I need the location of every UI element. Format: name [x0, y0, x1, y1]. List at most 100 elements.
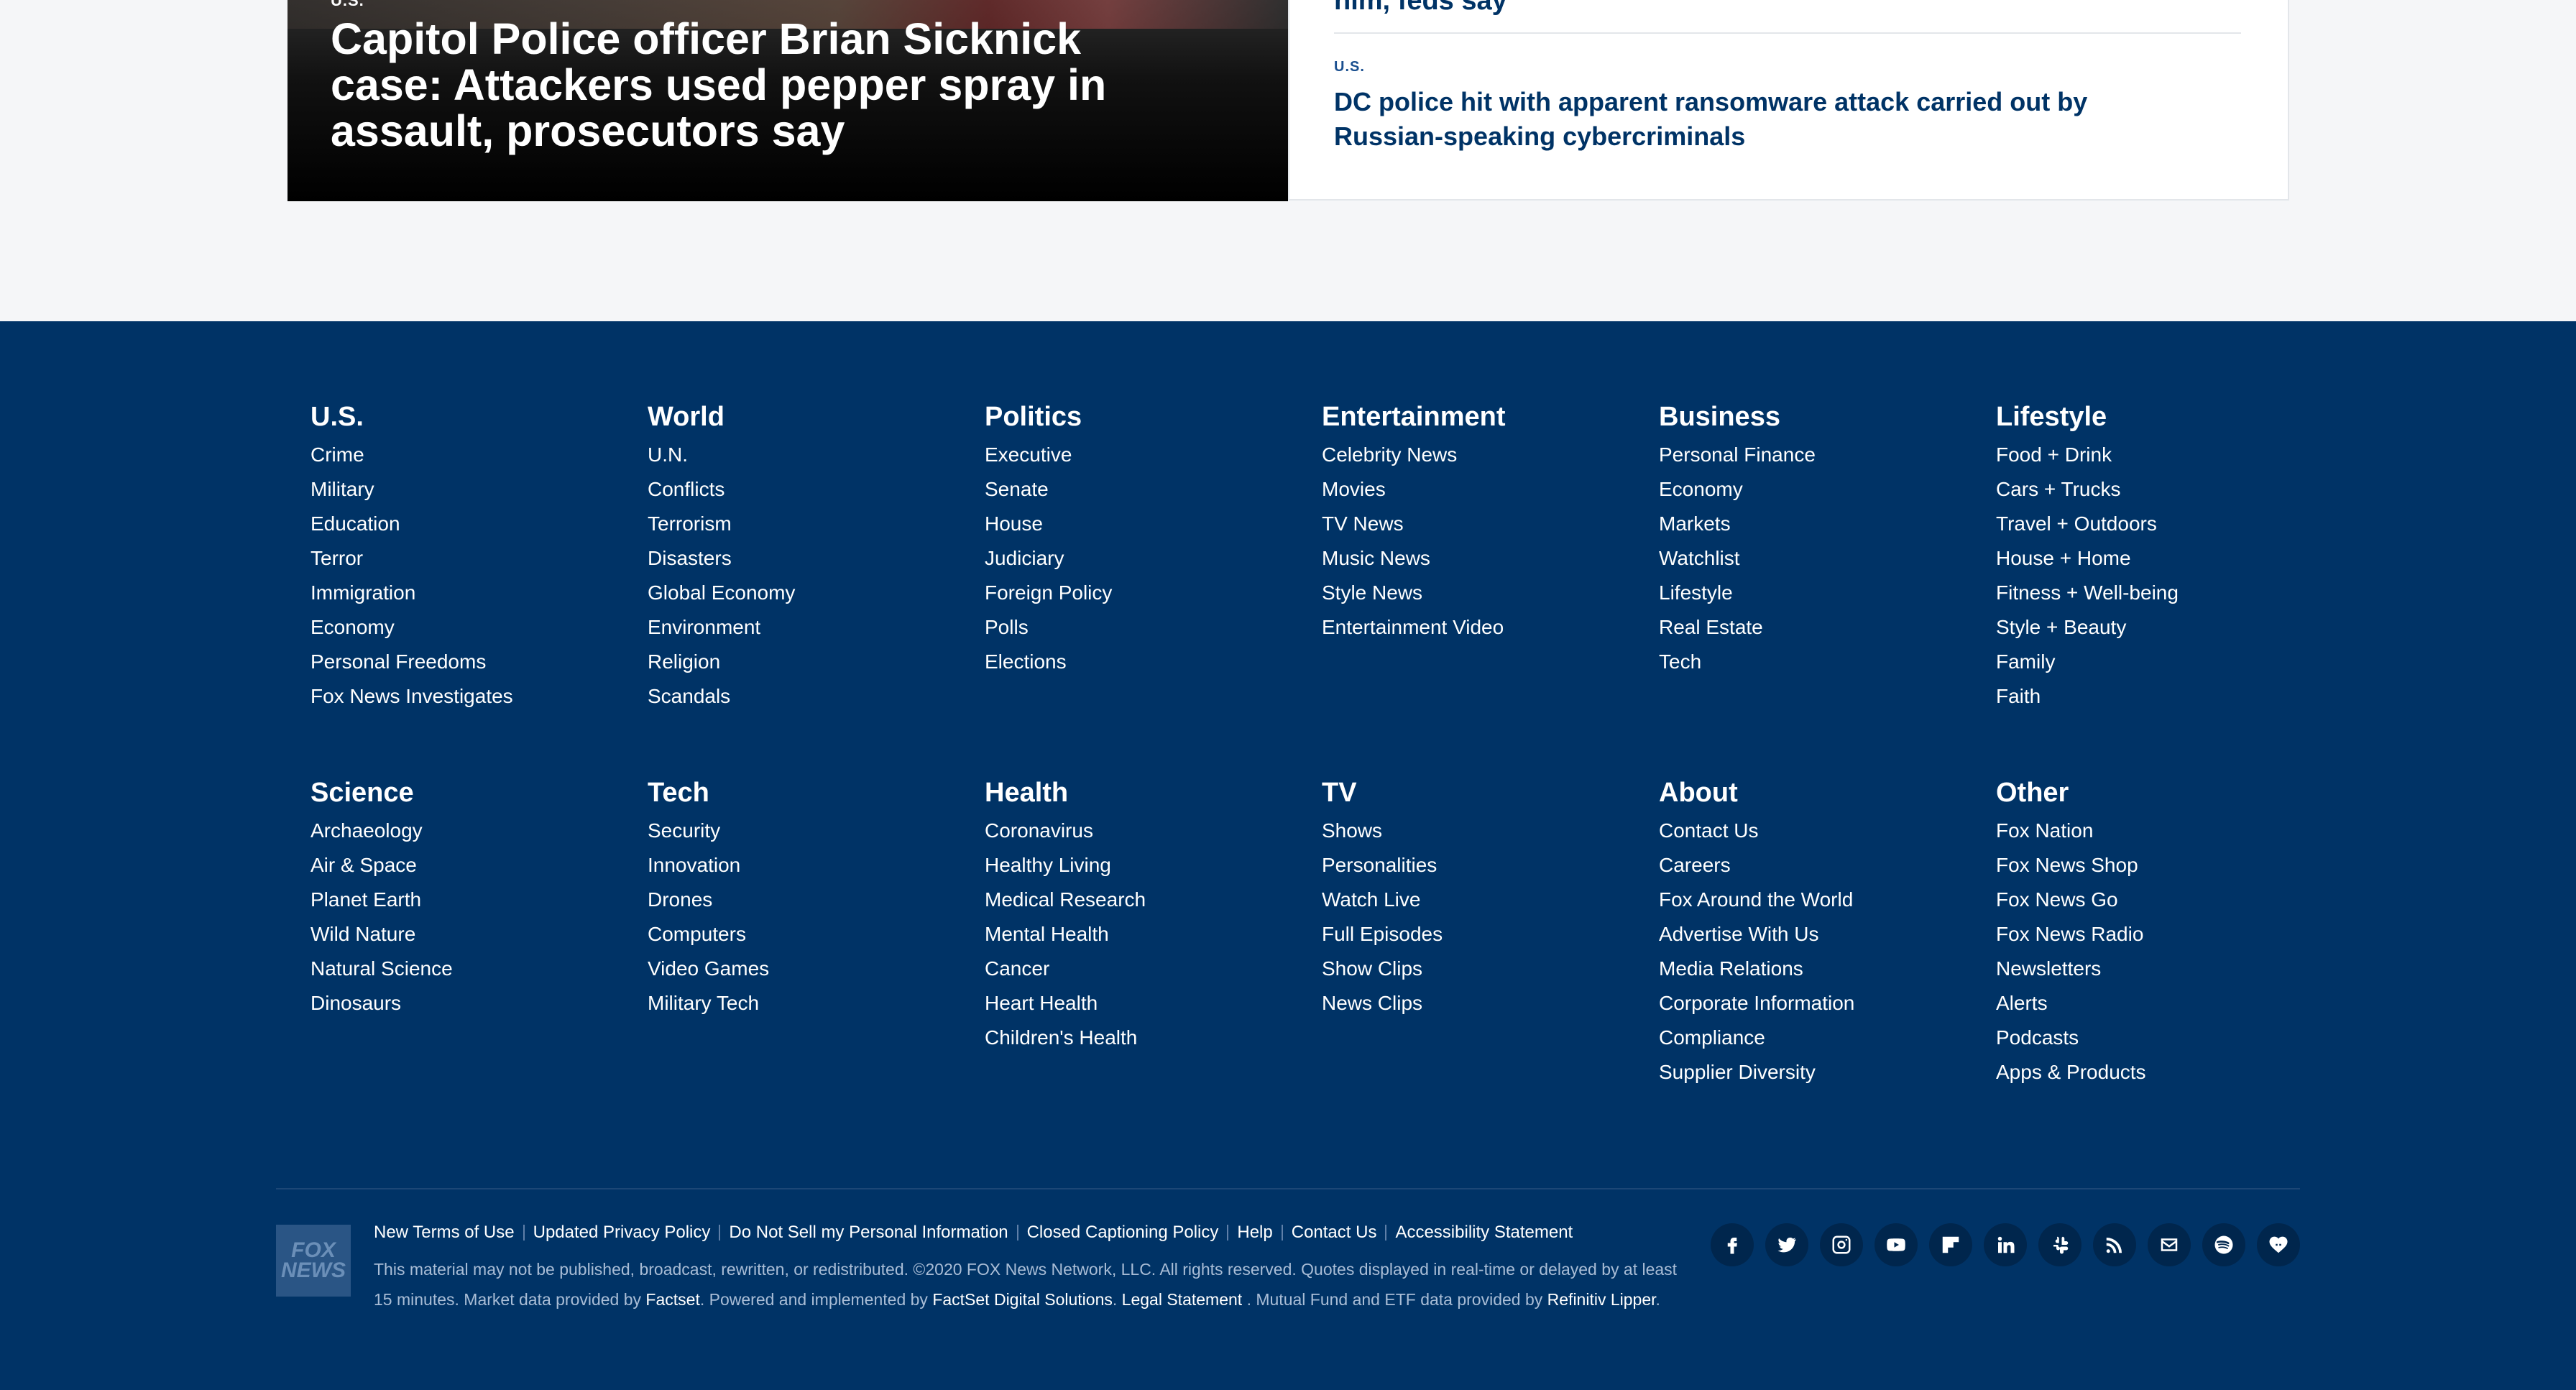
footer-link[interactable]: Children's Health	[985, 1021, 1287, 1055]
footer-link[interactable]: Healthy Living	[985, 848, 1287, 883]
terms-of-use-link[interactable]: New Terms of Use	[374, 1223, 515, 1243]
footer-link[interactable]: Terror	[310, 541, 612, 576]
footer-link[interactable]: House	[985, 507, 1287, 541]
hero-category[interactable]: U.S.	[331, 0, 364, 10]
footer-link[interactable]: Video Games	[648, 952, 949, 986]
footer-link[interactable]: Fox News Shop	[1996, 848, 2298, 883]
footer-link[interactable]: Fitness + Well-being	[1996, 576, 2298, 610]
footer-link[interactable]: U.N.	[648, 438, 949, 472]
footer-link[interactable]: Fox News Investigates	[310, 679, 612, 714]
iheartradio-icon[interactable]	[2257, 1223, 2300, 1266]
footer-link[interactable]: Cancer	[985, 952, 1287, 986]
email-icon[interactable]	[2148, 1223, 2191, 1266]
footer-link[interactable]: Advertise With Us	[1659, 917, 1961, 952]
footer-link[interactable]: Religion	[648, 645, 949, 679]
footer-link[interactable]: Mental Health	[985, 917, 1287, 952]
footer-link[interactable]: Faith	[1996, 679, 2298, 714]
footer-link[interactable]: Show Clips	[1322, 952, 1624, 986]
footer-link[interactable]: Podcasts	[1996, 1021, 2298, 1055]
footer-heading-tech[interactable]: Tech	[648, 776, 949, 809]
footer-link[interactable]: Natural Science	[310, 952, 612, 986]
footer-link[interactable]: Fox Around the World	[1659, 883, 1961, 917]
footer-link[interactable]: Travel + Outdoors	[1996, 507, 2298, 541]
footer-link[interactable]: Innovation	[648, 848, 949, 883]
footer-link[interactable]: Markets	[1659, 507, 1961, 541]
footer-link[interactable]: Personalities	[1322, 848, 1624, 883]
footer-link[interactable]: Security	[648, 814, 949, 848]
youtube-icon[interactable]	[1874, 1223, 1918, 1266]
footer-link[interactable]: Contact Us	[1659, 814, 1961, 848]
footer-link[interactable]: Military Tech	[648, 986, 949, 1021]
footer-link[interactable]: Watch Live	[1322, 883, 1624, 917]
footer-link[interactable]: Personal Finance	[1659, 438, 1961, 472]
footer-link[interactable]: Elections	[985, 645, 1287, 679]
factset-link[interactable]: Factset	[645, 1290, 699, 1309]
footer-heading-tv[interactable]: TV	[1322, 776, 1624, 809]
footer-link[interactable]: News Clips	[1322, 986, 1624, 1021]
story-category[interactable]: U.S.	[1334, 59, 1365, 75]
footer-link[interactable]: Real Estate	[1659, 610, 1961, 645]
footer-link[interactable]: Computers	[648, 917, 949, 952]
facebook-icon[interactable]	[1711, 1223, 1754, 1266]
footer-link[interactable]: Senate	[985, 472, 1287, 507]
footer-link[interactable]: Watchlist	[1659, 541, 1961, 576]
footer-link[interactable]: Food + Drink	[1996, 438, 2298, 472]
rss-icon[interactable]	[2093, 1223, 2136, 1266]
closed-captioning-link[interactable]: Closed Captioning Policy	[1027, 1223, 1219, 1243]
hero-story[interactable]: U.S. Capitol Police officer Brian Sickni…	[288, 0, 1288, 201]
footer-link[interactable]: Terrorism	[648, 507, 949, 541]
footer-link[interactable]: House + Home	[1996, 541, 2298, 576]
footer-link[interactable]: Immigration	[310, 576, 612, 610]
footer-link[interactable]: Personal Freedoms	[310, 645, 612, 679]
footer-link[interactable]: Executive	[985, 438, 1287, 472]
footer-heading-politics[interactable]: Politics	[985, 400, 1287, 433]
footer-link[interactable]: Wild Nature	[310, 917, 612, 952]
footer-link[interactable]: Environment	[648, 610, 949, 645]
footer-link[interactable]: Economy	[310, 610, 612, 645]
previous-story-headline[interactable]: him, feds say	[1334, 0, 1507, 17]
footer-link[interactable]: Cars + Trucks	[1996, 472, 2298, 507]
footer-link[interactable]: Tech	[1659, 645, 1961, 679]
footer-link[interactable]: Celebrity News	[1322, 438, 1624, 472]
footer-link[interactable]: Careers	[1659, 848, 1961, 883]
hero-headline[interactable]: Capitol Police officer Brian Sicknick ca…	[331, 16, 1193, 154]
footer-link[interactable]: Shows	[1322, 814, 1624, 848]
footer-link[interactable]: Dinosaurs	[310, 986, 612, 1021]
footer-link[interactable]: Coronavirus	[985, 814, 1287, 848]
footer-link[interactable]: Archaeology	[310, 814, 612, 848]
footer-link[interactable]: Military	[310, 472, 612, 507]
footer-link[interactable]: Style + Beauty	[1996, 610, 2298, 645]
linkedin-icon[interactable]	[1984, 1223, 2027, 1266]
footer-link[interactable]: Movies	[1322, 472, 1624, 507]
footer-link[interactable]: Family	[1996, 645, 2298, 679]
footer-link[interactable]: Polls	[985, 610, 1287, 645]
story-headline[interactable]: DC police hit with apparent ransomware a…	[1334, 85, 2182, 154]
twitter-icon[interactable]	[1765, 1223, 1808, 1266]
footer-heading-lifestyle[interactable]: Lifestyle	[1996, 400, 2298, 433]
footer-link[interactable]: Fox News Radio	[1996, 917, 2298, 952]
footer-link[interactable]: Crime	[310, 438, 612, 472]
footer-link[interactable]: Planet Earth	[310, 883, 612, 917]
footer-link[interactable]: Scandals	[648, 679, 949, 714]
footer-link[interactable]: Supplier Diversity	[1659, 1055, 1961, 1090]
footer-link[interactable]: Lifestyle	[1659, 576, 1961, 610]
footer-link[interactable]: Air & Space	[310, 848, 612, 883]
footer-link[interactable]: Global Economy	[648, 576, 949, 610]
footer-heading-about[interactable]: About	[1659, 776, 1961, 809]
footer-link[interactable]: TV News	[1322, 507, 1624, 541]
footer-link[interactable]: Media Relations	[1659, 952, 1961, 986]
footer-link[interactable]: Economy	[1659, 472, 1961, 507]
footer-link[interactable]: Style News	[1322, 576, 1624, 610]
privacy-policy-link[interactable]: Updated Privacy Policy	[533, 1223, 711, 1243]
footer-link[interactable]: Heart Health	[985, 986, 1287, 1021]
footer-link[interactable]: Fox Nation	[1996, 814, 2298, 848]
footer-link[interactable]: Fox News Go	[1996, 883, 2298, 917]
footer-link[interactable]: Conflicts	[648, 472, 949, 507]
do-not-sell-link[interactable]: Do Not Sell my Personal Information	[729, 1223, 1008, 1243]
footer-link[interactable]: Compliance	[1659, 1021, 1961, 1055]
footer-link[interactable]: Entertainment Video	[1322, 610, 1624, 645]
footer-link[interactable]: Drones	[648, 883, 949, 917]
footer-link[interactable]: Full Episodes	[1322, 917, 1624, 952]
accessibility-statement-link[interactable]: Accessibility Statement	[1395, 1223, 1573, 1243]
footer-link[interactable]: Judiciary	[985, 541, 1287, 576]
